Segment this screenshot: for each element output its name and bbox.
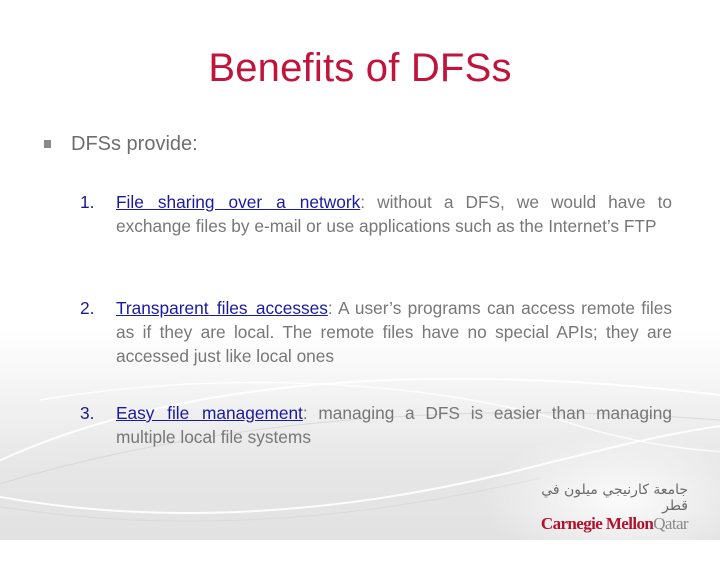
list-item-link[interactable]: Transparent files accesses — [116, 298, 328, 318]
list-item: 1. File sharing over a network: without … — [80, 190, 672, 238]
list-item-number: 3. — [80, 403, 95, 423]
intro-bullet-text: DFSs provide: — [71, 133, 198, 155]
cmu-qatar-logo: جامعة كارنيجي ميلون في قطر Carnegie Mell… — [533, 482, 689, 534]
list-item-number: 1. — [80, 192, 95, 212]
list-item-link[interactable]: File sharing over a network — [116, 192, 360, 212]
list-item-link[interactable]: Easy file management — [116, 403, 303, 423]
logo-arabic-text: جامعة كارنيجي ميلون في قطر — [541, 482, 688, 514]
logo-name-secondary: Qatar — [653, 514, 688, 533]
list-item-body: Transparent files accesses: A user’s pro… — [116, 296, 672, 368]
list-item: 2. Transparent files accesses: A user’s … — [80, 296, 672, 368]
list-item-body: Easy file management: managing a DFS is … — [116, 401, 672, 449]
list-item-body: File sharing over a network: without a D… — [116, 190, 672, 238]
logo-name-primary: Carnegie Mellon — [540, 514, 654, 533]
list-item: 3. Easy file management: managing a DFS … — [80, 401, 672, 449]
list-item-number: 2. — [80, 298, 95, 318]
intro-bullet: DFSs provide: — [44, 132, 198, 156]
logo-english-text: Carnegie MellonQatar — [533, 514, 689, 534]
slide: Benefits of DFSs DFSs provide: 1. File s… — [0, 0, 720, 570]
slide-title: Benefits of DFSs — [208, 46, 512, 90]
square-bullet-icon — [44, 140, 51, 148]
